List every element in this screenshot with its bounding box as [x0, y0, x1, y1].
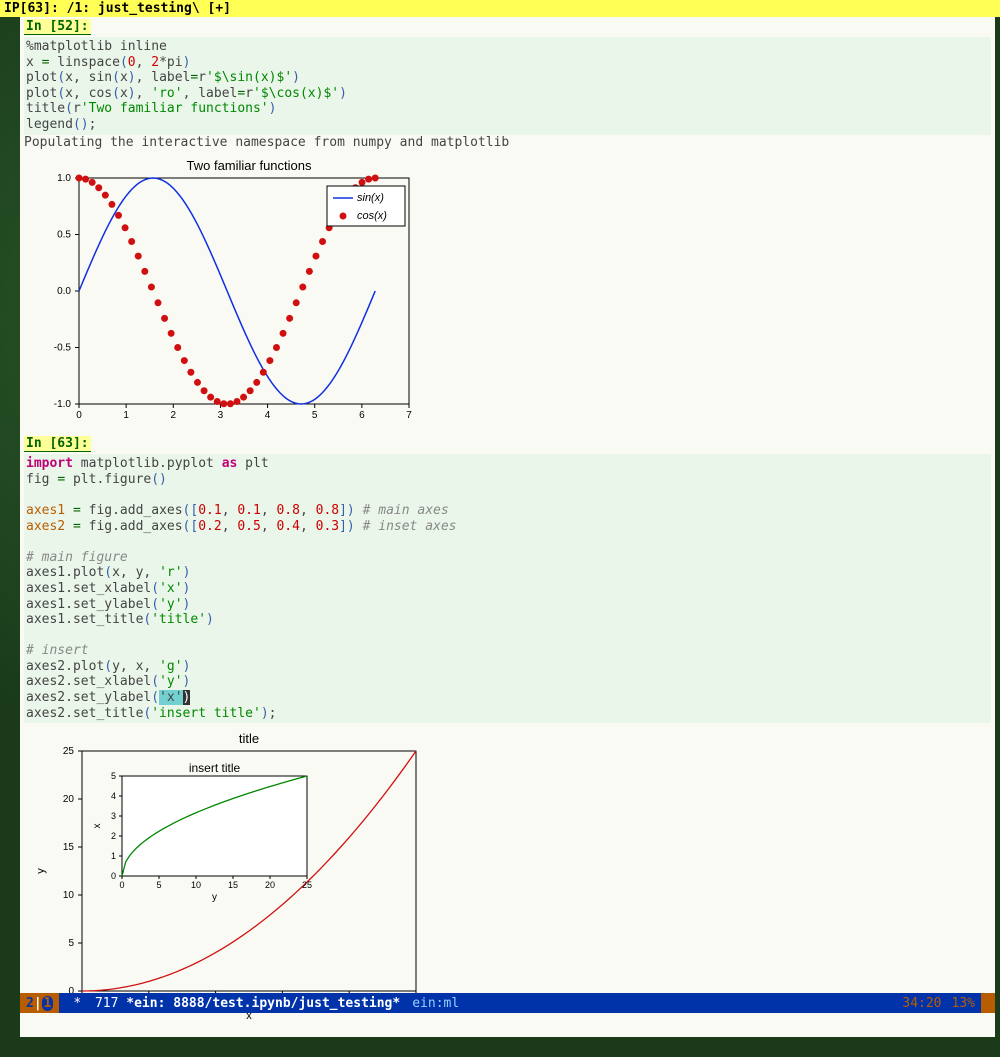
status-buffer-name: *ein: 8888/test.ipynb/just_testing* [118, 996, 400, 1011]
status-mode: ein:ml [400, 996, 459, 1011]
svg-text:y: y [35, 868, 47, 874]
cell-1-prompt: In [52]: [24, 19, 91, 35]
status-end-block [981, 993, 995, 1013]
svg-text:3: 3 [218, 410, 224, 421]
svg-text:0: 0 [111, 871, 116, 881]
svg-text:0: 0 [119, 880, 124, 890]
chart-2: title 0123450510152025xyinsert title0510… [24, 729, 424, 1023]
svg-text:15: 15 [63, 842, 75, 853]
title-bar: IP[63]: /1: just_testing\ [+] [0, 0, 1000, 17]
svg-text:4: 4 [265, 410, 271, 421]
chart-1: Two familiar functions 0 1 2 3 4 5 6 7 -1.0 -0.5 0… [24, 156, 414, 430]
svg-text:1.0: 1.0 [57, 173, 71, 184]
svg-text:10: 10 [191, 880, 201, 890]
svg-text:-0.5: -0.5 [54, 343, 72, 354]
svg-text:0.0: 0.0 [57, 286, 71, 297]
svg-text:2: 2 [171, 410, 177, 421]
svg-text:sin(x): sin(x) [357, 192, 384, 204]
svg-text:4: 4 [111, 791, 116, 801]
cell-1-output: Populating the interactive namespace fro… [24, 135, 991, 151]
svg-text:25: 25 [63, 746, 75, 757]
cell-2-prompt: In [63]: [24, 436, 91, 452]
svg-text:6: 6 [359, 410, 365, 421]
status-percent: 13% [946, 996, 981, 1011]
svg-text:-1.0: -1.0 [54, 399, 72, 410]
editor-area[interactable]: In [52]: %matplotlib inline x = linspace… [20, 17, 995, 1037]
status-line-count: 717 [89, 996, 118, 1011]
svg-text:3: 3 [111, 811, 116, 821]
status-position: 34:20 [902, 996, 945, 1011]
status-modified: * [59, 996, 88, 1011]
svg-text:5: 5 [312, 410, 318, 421]
cell-1-code[interactable]: %matplotlib inline x = linspace(0, 2*pi)… [24, 37, 991, 135]
svg-text:5: 5 [111, 771, 116, 781]
svg-text:10: 10 [63, 890, 75, 901]
svg-text:y: y [212, 892, 217, 903]
svg-text:1: 1 [123, 410, 129, 421]
text-cursor: ) [183, 690, 191, 705]
status-indicator: 2|1 [20, 993, 59, 1013]
svg-text:cos(x): cos(x) [357, 210, 387, 222]
svg-text:7: 7 [406, 410, 412, 421]
chart-1-title: Two familiar functions [187, 158, 312, 173]
svg-text:20: 20 [63, 794, 75, 805]
svg-text:1: 1 [111, 851, 116, 861]
status-bar: 2|1 * 717 *ein: 8888/test.ipynb/just_tes… [20, 993, 995, 1013]
svg-text:25: 25 [302, 880, 312, 890]
svg-text:0: 0 [76, 410, 82, 421]
svg-text:insert title: insert title [189, 761, 241, 775]
cell-2-code[interactable]: import matplotlib.pyplot as plt fig = pl… [24, 454, 991, 723]
svg-text:x: x [92, 824, 103, 829]
svg-text:2: 2 [111, 831, 116, 841]
svg-text:5: 5 [68, 938, 74, 949]
svg-text:20: 20 [265, 880, 275, 890]
svg-text:0.5: 0.5 [57, 230, 71, 241]
svg-text:15: 15 [228, 880, 238, 890]
chart-2-title: title [239, 731, 259, 746]
svg-text:5: 5 [156, 880, 161, 890]
